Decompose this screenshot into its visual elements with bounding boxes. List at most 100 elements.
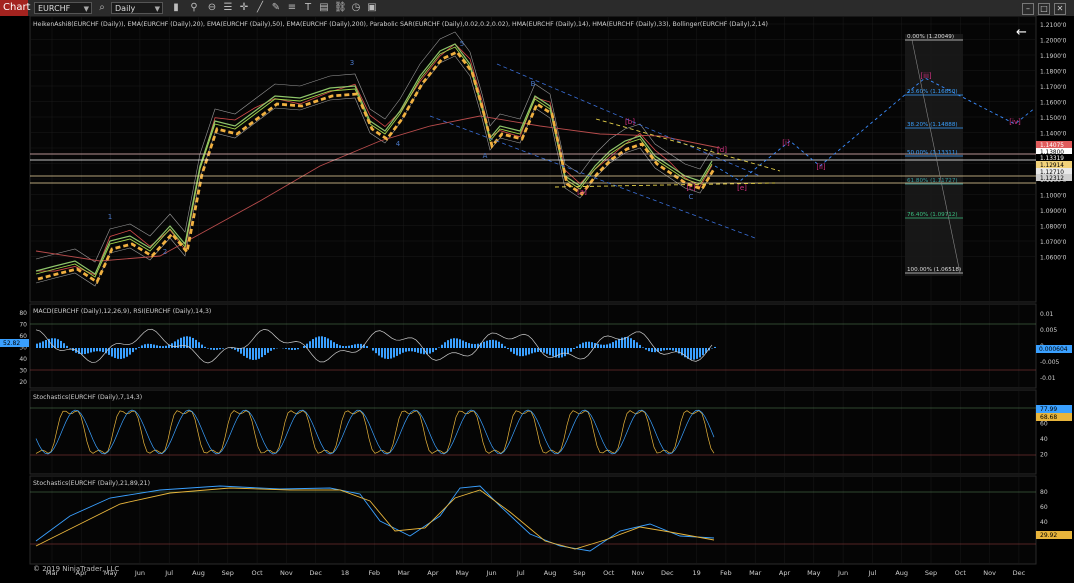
x-axis-tick: Feb: [369, 569, 381, 577]
y-axis-tick: 1.1800'0: [1040, 69, 1067, 76]
macd-histogram-bar: [120, 348, 122, 359]
y-axis-tick: 1.2100'0: [1040, 22, 1067, 29]
macd-histogram-bar: [444, 342, 446, 348]
line-tool-icon[interactable]: ╱: [254, 2, 266, 14]
zoom-out-icon[interactable]: ⊖: [206, 2, 218, 14]
macd-histogram-bar: [459, 339, 461, 348]
camera-icon[interactable]: ▣: [366, 2, 378, 14]
macd-histogram-bar: [258, 348, 260, 359]
macd-histogram-bar: [411, 348, 413, 351]
y-axis-tick: 1.0600'0: [1040, 255, 1067, 262]
fibonacci-icon[interactable]: ≡: [286, 2, 298, 14]
x-axis-tick: Mar: [397, 569, 410, 577]
macd-histogram-bar: [297, 348, 299, 349]
macd-histogram-bar: [84, 348, 86, 354]
macd-histogram-bar: [240, 348, 242, 354]
y-axis-tick: 1.1700'0: [1040, 84, 1067, 91]
macd-histogram-bar: [531, 348, 533, 353]
rsi-badge-label: 52.82: [3, 340, 20, 347]
macd-axis-tick: -0.01: [1040, 375, 1056, 382]
macd-histogram-bar: [399, 348, 401, 354]
macd-histogram-bar: [162, 346, 164, 348]
stoch1-axis-tick: 40: [1040, 436, 1048, 443]
x-axis-tick: Jun: [134, 569, 145, 577]
macd-histogram-bar: [90, 348, 92, 352]
clock-icon[interactable]: ◷: [350, 2, 362, 14]
macd-histogram-bar: [633, 340, 635, 348]
macd-histogram-bar: [669, 348, 671, 350]
macd-histogram-bar: [630, 338, 632, 348]
y-axis-tick: 1.0900'0: [1040, 208, 1067, 215]
macd-histogram-bar: [39, 343, 41, 348]
macd-histogram-bar: [519, 348, 521, 356]
macd-histogram-bar: [192, 338, 194, 348]
zoom-icon[interactable]: ⚲: [188, 2, 200, 14]
symbol-selector[interactable]: EURCHF ▼: [34, 2, 92, 14]
x-axis-tick: Nov: [280, 569, 293, 577]
macd-histogram-bar: [408, 348, 410, 351]
bar-type-icon[interactable]: ▮: [170, 2, 182, 14]
template-icon[interactable]: ▤: [318, 2, 330, 14]
timeframe-label: Daily: [115, 4, 135, 13]
macd-histogram-bar: [201, 345, 203, 348]
macd-histogram-bar: [54, 338, 56, 348]
x-axis-tick: Nov: [632, 569, 645, 577]
stoch1-axis-tick: 20: [1040, 452, 1048, 459]
macd-histogram-bar: [204, 347, 206, 348]
wave-label: [c]: [686, 184, 696, 192]
macd-histogram-bar: [351, 345, 353, 348]
stoch1-badge-d-label: 68.68: [1040, 414, 1057, 421]
macd-histogram-bar: [327, 338, 329, 348]
macd-histogram-bar: [66, 346, 68, 348]
x-axis-tick: Oct: [955, 569, 967, 577]
macd-histogram-bar: [291, 348, 293, 350]
macd-histogram-bar: [342, 346, 344, 348]
macd-histogram-bar: [207, 348, 209, 349]
x-axis-tick: Jun: [485, 569, 496, 577]
x-axis-tick: May: [455, 569, 469, 577]
x-axis-tick: Oct: [603, 569, 615, 577]
macd-histogram-bar: [174, 341, 176, 348]
wave-label: 4: [396, 140, 401, 148]
chart-tab[interactable]: Chart: [0, 0, 28, 16]
macd-histogram-bar: [672, 348, 674, 351]
macd-histogram-bar: [87, 348, 89, 353]
y-axis-tick: 1.1900'0: [1040, 53, 1067, 60]
drawing-tools-icon[interactable]: ✎: [270, 2, 282, 14]
macd-histogram-bar: [96, 348, 98, 351]
macd-histogram-bar: [393, 348, 395, 357]
properties-icon[interactable]: ☰: [222, 2, 234, 14]
macd-histogram-bar: [132, 348, 134, 352]
chart-area[interactable]: 0.00% (1.20049)23.60% (1.16850)38.20% (1…: [0, 16, 1074, 580]
macd-legend: MACD(EURCHF (Daily),12,26,9), RSI(EURCHF…: [33, 308, 211, 315]
close-icon[interactable]: ✕: [1054, 3, 1066, 15]
maximize-icon[interactable]: □: [1038, 3, 1050, 15]
x-axis-tick: Mar: [749, 569, 762, 577]
macd-histogram-bar: [573, 348, 575, 349]
macd-histogram-bar: [702, 348, 704, 355]
x-axis-tick: Dec: [661, 569, 674, 577]
macd-axis-tick: -0.005: [1040, 359, 1060, 366]
macd-histogram-bar: [513, 348, 515, 354]
macd-histogram-bar: [315, 337, 317, 348]
macd-histogram-bar: [270, 348, 272, 351]
chart-canvas[interactable]: 0.00% (1.20049)23.60% (1.16850)38.20% (1…: [0, 16, 1074, 580]
macd-histogram-bar: [150, 344, 152, 348]
link-icon[interactable]: ⛓: [334, 2, 346, 14]
macd-histogram-bar: [660, 348, 662, 351]
crosshair-icon[interactable]: ✛: [238, 2, 250, 14]
text-tool-icon[interactable]: T: [302, 2, 314, 14]
minimize-icon[interactable]: –: [1022, 3, 1034, 15]
macd-histogram-bar: [507, 348, 509, 349]
macd-histogram-bar: [438, 347, 440, 348]
x-axis-tick: Jun: [837, 569, 848, 577]
search-icon[interactable]: ⌕: [96, 2, 108, 14]
timeframe-selector[interactable]: Daily ▼: [111, 2, 163, 14]
back-arrow-icon[interactable]: ←: [1016, 25, 1027, 40]
macd-histogram-bar: [471, 344, 473, 348]
macd-histogram-bar: [102, 348, 104, 352]
macd-histogram-bar: [483, 342, 485, 348]
macd-histogram-bar: [402, 348, 404, 353]
macd-histogram-bar: [129, 348, 131, 355]
wave-label: [iv]: [1009, 118, 1021, 126]
